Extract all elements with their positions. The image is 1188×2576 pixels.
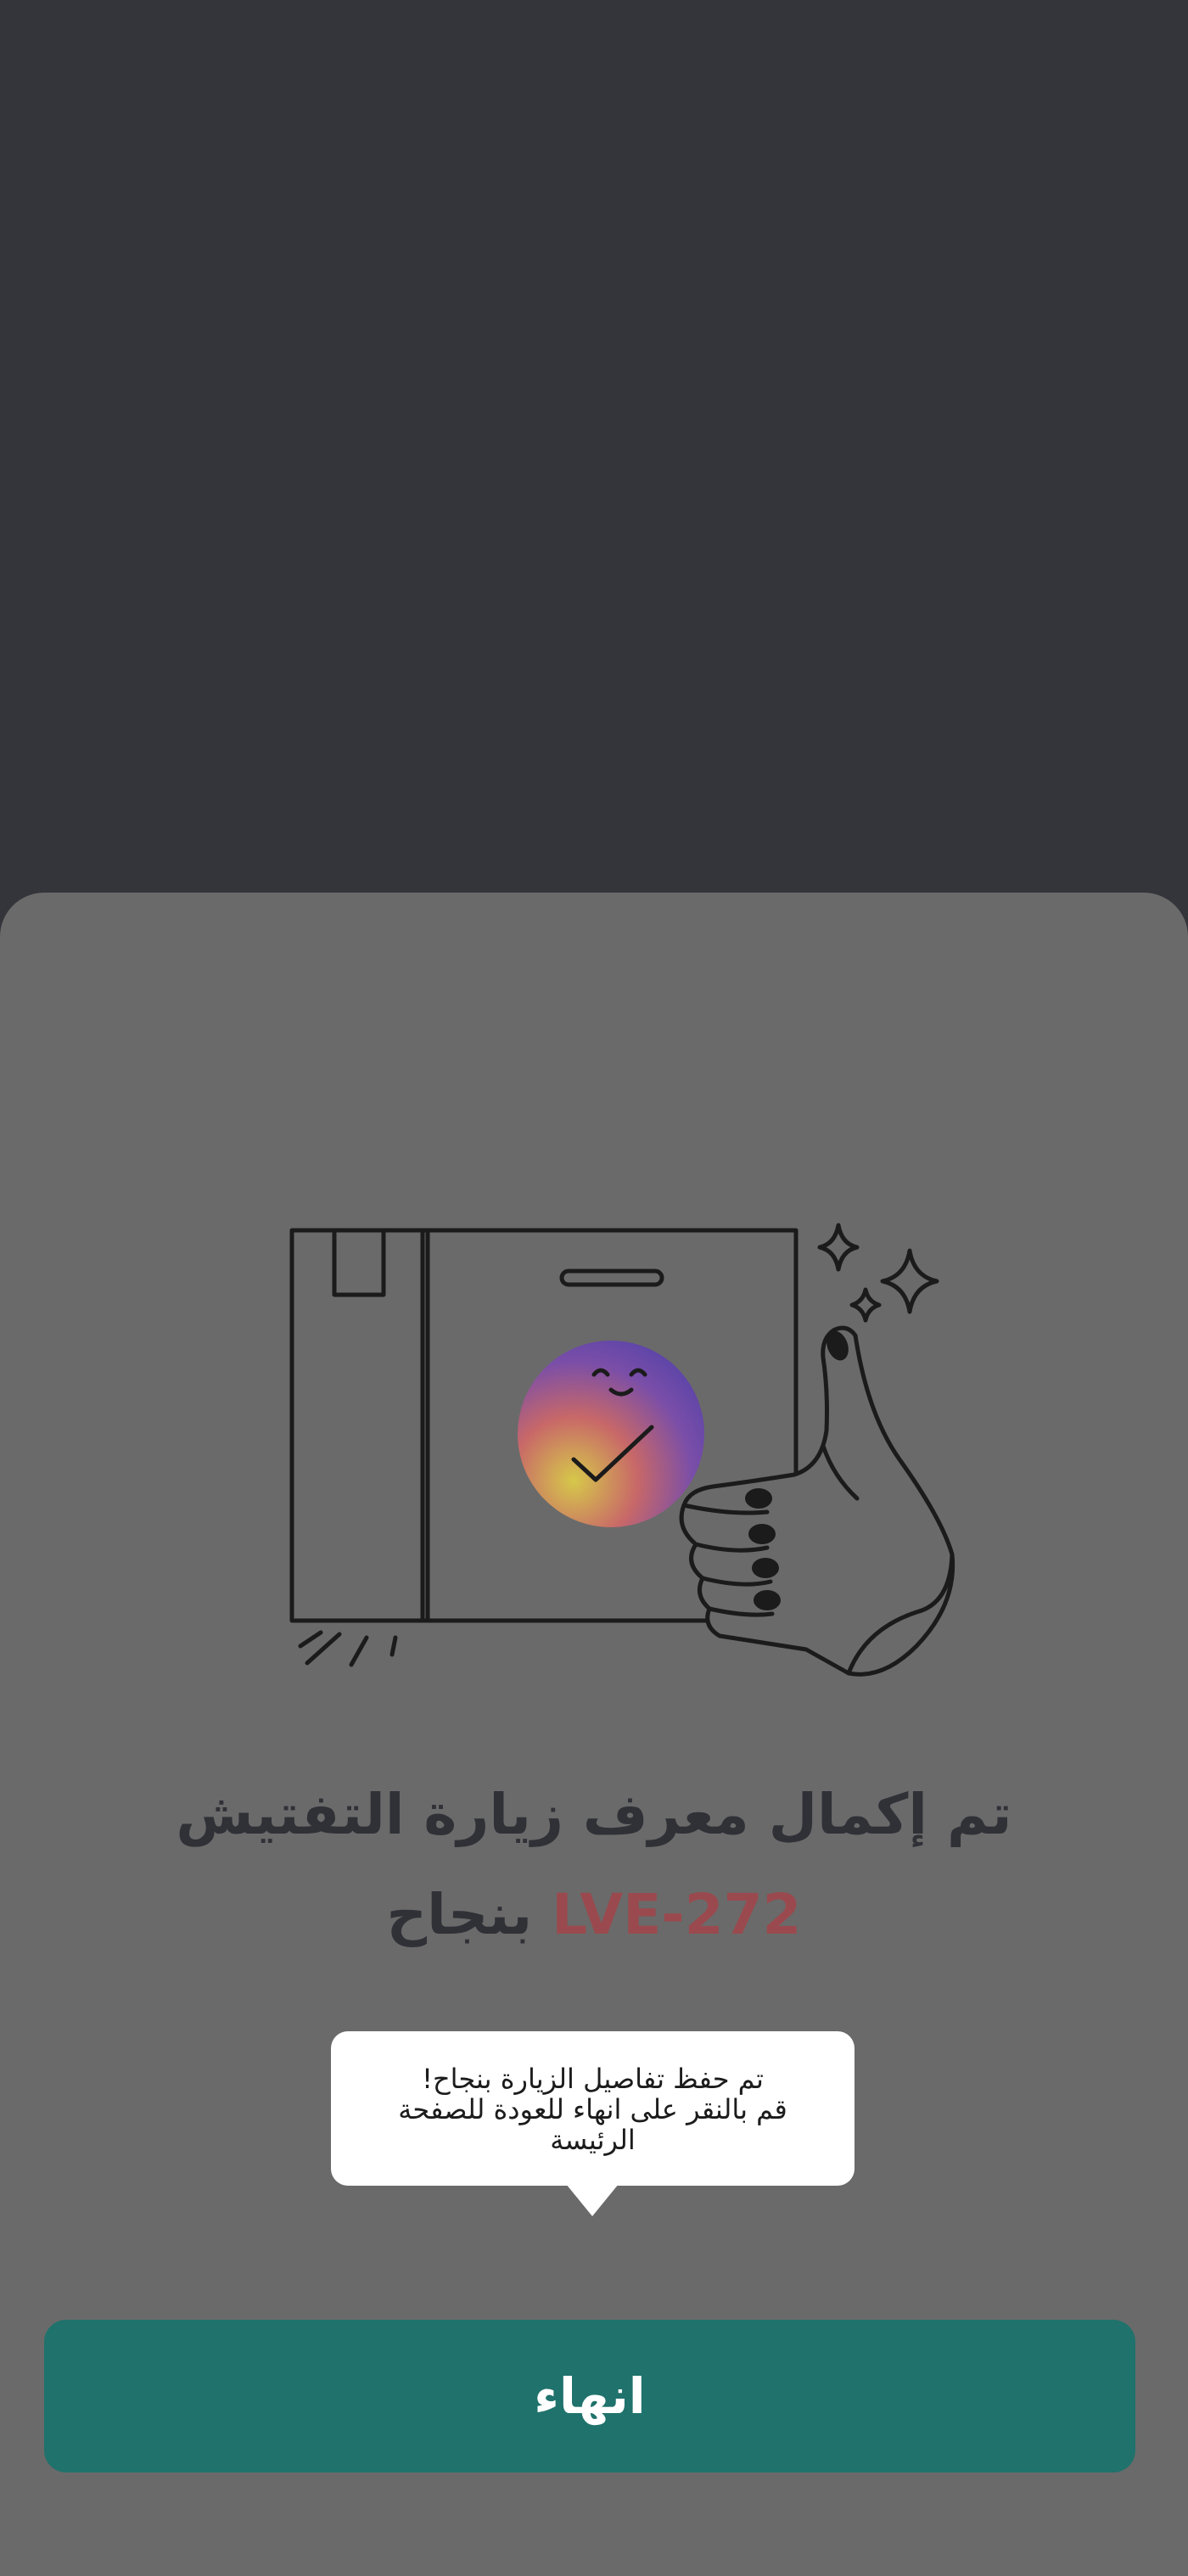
dimmed-background[interactable] xyxy=(0,0,1188,893)
finish-button[interactable]: انهاء xyxy=(44,2320,1135,2472)
completion-title-part2: بنجاح xyxy=(386,1882,533,1947)
tooltip-line-2: قم بالنقر على انهاء للعودة للصفحة xyxy=(398,2093,787,2125)
completion-title-part1: تم إكمال معرف زيارة التفتيش xyxy=(176,1782,1012,1847)
box-thumbs-up-check-icon xyxy=(289,1223,955,1677)
visit-id: LVE-272 xyxy=(552,1882,802,1947)
tooltip-line-1: تم حفظ تفاصيل الزيارة بنجاح! xyxy=(422,2063,764,2095)
tooltip-line-3: الرئيسة xyxy=(550,2124,636,2156)
save-success-tooltip: تم حفظ تفاصيل الزيارة بنجاح! قم بالنقر ع… xyxy=(331,2031,855,2186)
completion-title: تم إكمال معرف زيارة التفتيش LVE-272 بنجاح xyxy=(85,1765,1103,1965)
tooltip-arrow xyxy=(566,2184,619,2216)
